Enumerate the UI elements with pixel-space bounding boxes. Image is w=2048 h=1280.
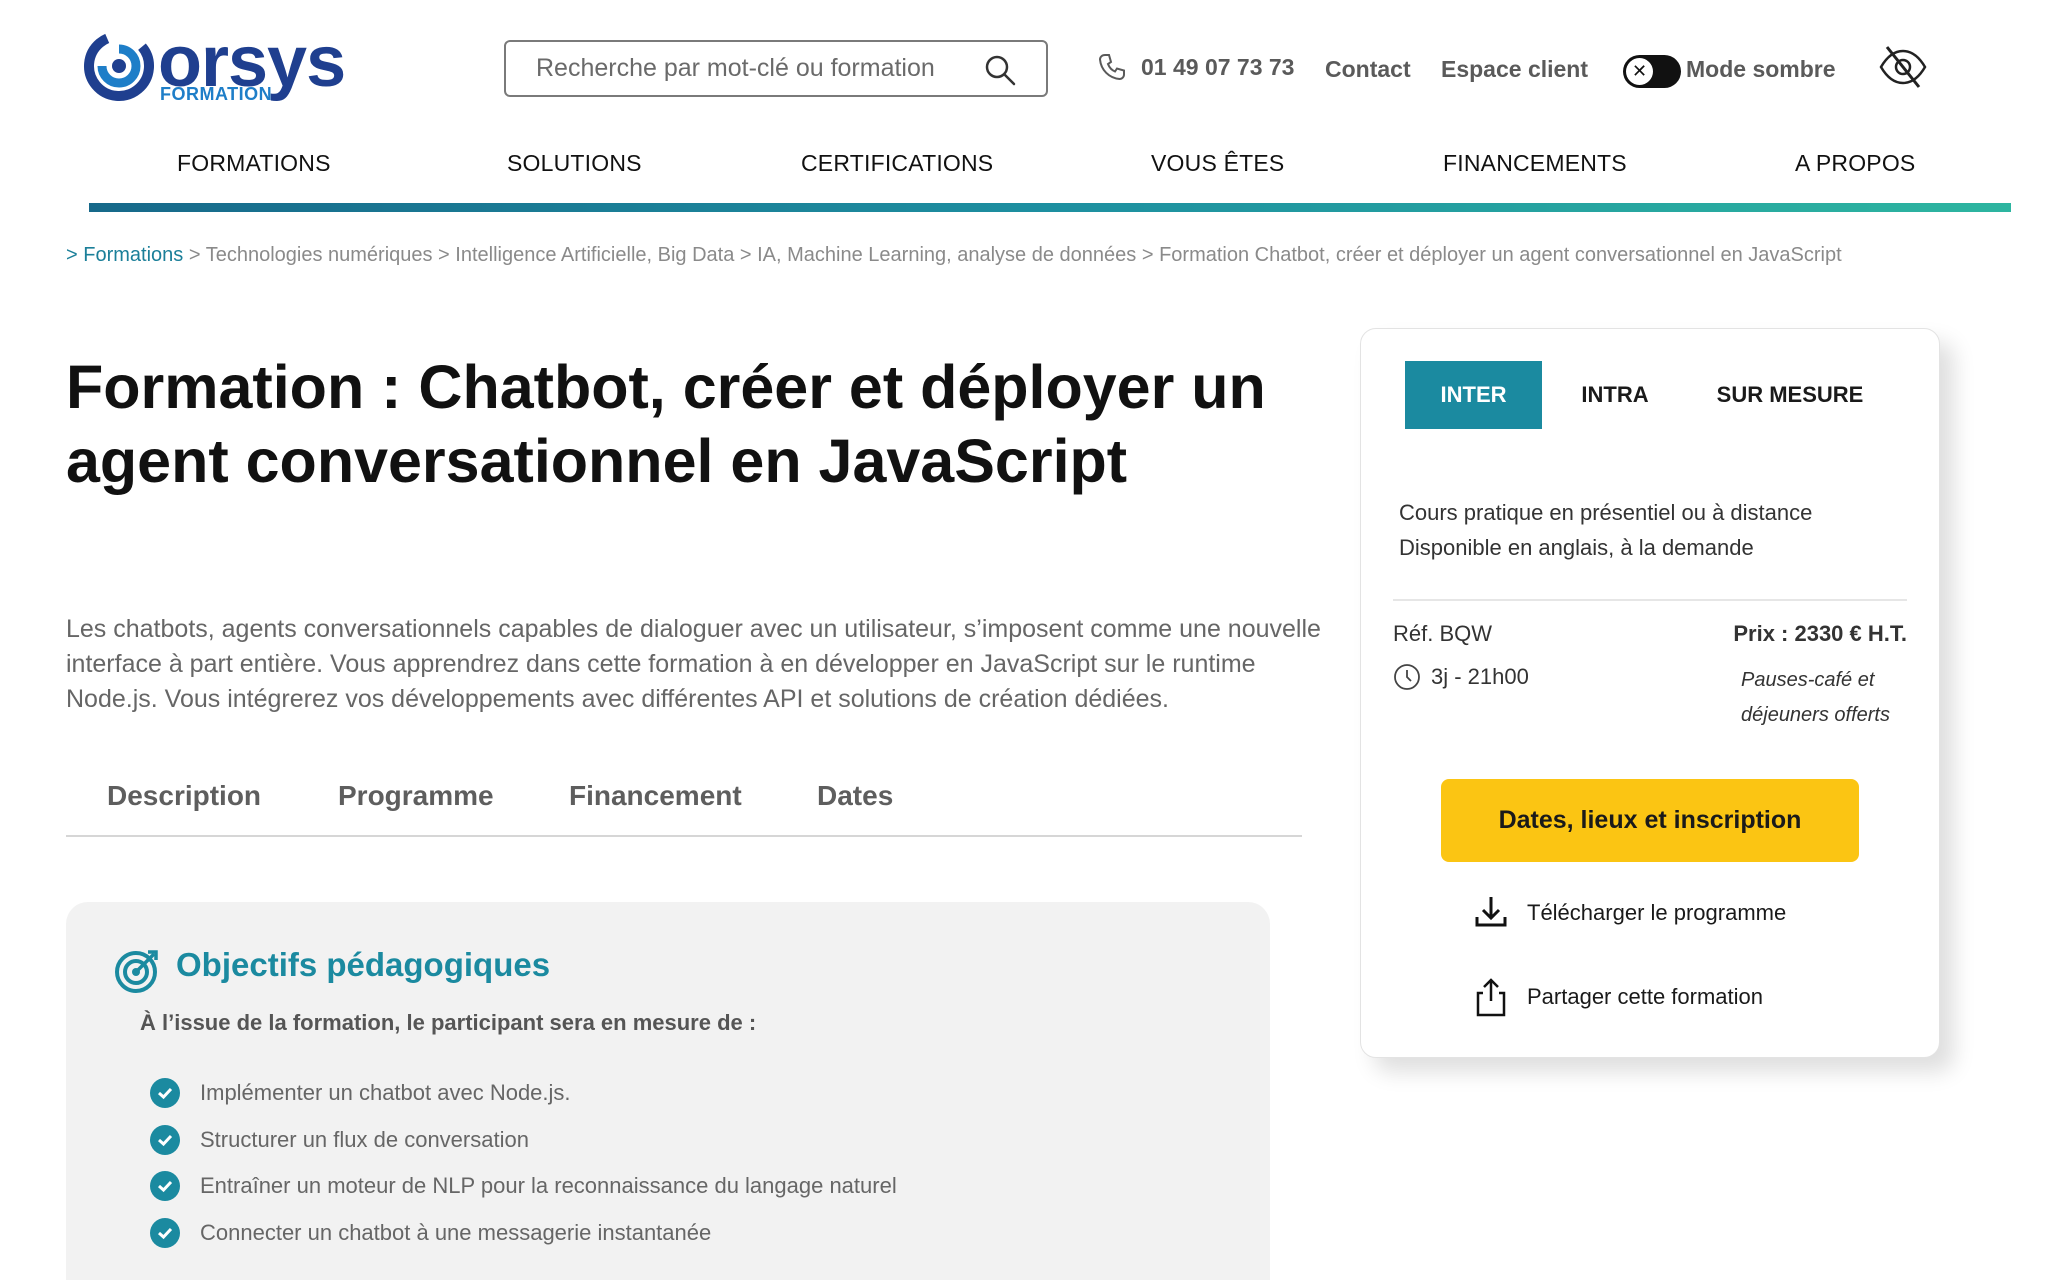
- price-note: Pauses-café et déjeuners offerts: [1741, 669, 1890, 726]
- course-format-info: Cours pratique en présentiel ou à distan…: [1399, 495, 1812, 565]
- share-icon: [1476, 978, 1506, 1017]
- nav-certifications[interactable]: CERTIFICATIONS: [801, 150, 993, 177]
- orsys-logo-mark-icon: [84, 31, 154, 101]
- close-icon: ✕: [1626, 58, 1653, 85]
- nav-solutions[interactable]: SOLUTIONS: [507, 150, 642, 177]
- list-item: Implémenter un chatbot avec Node.js.: [150, 1070, 897, 1117]
- objectives-title: Objectifs pédagogiques: [176, 946, 551, 983]
- clock-icon: [1394, 664, 1420, 690]
- check-icon: [150, 1171, 180, 1202]
- search-input[interactable]: [536, 54, 976, 83]
- dark-mode-label[interactable]: Mode sombre: [1686, 56, 1836, 83]
- objective-text: Implémenter un chatbot avec Node.js.: [200, 1080, 571, 1106]
- list-item: Structurer un flux de conversation: [150, 1117, 897, 1164]
- download-label: Télécharger le programme: [1527, 900, 1787, 925]
- objective-text: Structurer un flux de conversation: [200, 1126, 529, 1152]
- share-course-link[interactable]: Partager cette formation: [1471, 977, 1763, 1017]
- main-nav: FORMATIONS SOLUTIONS CERTIFICATIONS VOUS…: [90, 150, 2010, 190]
- client-space-link[interactable]: Espace client: [1441, 56, 1588, 83]
- search-box: [504, 40, 1048, 97]
- breadcrumb-formations-link[interactable]: > Formations: [66, 244, 183, 266]
- duration-text: 3j - 21h00: [1431, 664, 1529, 689]
- page-title: Formation : Chatbot, créer et déployer u…: [66, 353, 1266, 495]
- check-icon: [150, 1124, 180, 1155]
- course-reference: Réf. BQW: [1393, 621, 1493, 646]
- phone-icon: [1098, 54, 1125, 81]
- card-divider: [1393, 599, 1907, 601]
- tab-description[interactable]: Description: [107, 780, 261, 812]
- objectives-subtitle: À l’issue de la formation, le participan…: [140, 1010, 757, 1035]
- search-icon[interactable]: [984, 54, 1016, 86]
- check-icon: [150, 1078, 180, 1109]
- content-tabs: Description Programme Financement Dates: [66, 770, 1302, 837]
- tab-dates[interactable]: Dates: [817, 780, 893, 812]
- phone-link[interactable]: 01 49 07 73 73: [1097, 52, 1294, 82]
- download-program-link[interactable]: Télécharger le programme: [1471, 893, 1786, 933]
- phone-number: 01 49 07 73 73: [1141, 53, 1295, 80]
- course-price: Prix : 2330 € H.T.: [1733, 621, 1907, 646]
- course-duration: 3j - 21h00: [1393, 663, 1529, 691]
- objective-text: Connecter un chatbot à une messagerie in…: [200, 1219, 712, 1245]
- course-info-card: INTER INTRA SUR MESURE Cours pratique en…: [1360, 328, 1940, 1058]
- nav-a-propos[interactable]: A PROPOS: [1795, 150, 1915, 177]
- dark-mode-toggle[interactable]: ✕: [1623, 55, 1681, 88]
- share-label: Partager cette formation: [1527, 984, 1764, 1009]
- nav-accent-bar: [89, 203, 2011, 212]
- format-tabs: INTER INTRA SUR MESURE: [1405, 361, 1892, 429]
- tab-intra[interactable]: INTRA: [1542, 361, 1688, 429]
- register-button[interactable]: Dates, lieux et inscription: [1441, 779, 1859, 862]
- tab-sur-mesure[interactable]: SUR MESURE: [1688, 361, 1892, 429]
- intro-text: Les chatbots, agents conversationnels ca…: [66, 615, 1321, 713]
- objectives-panel: Objectifs pédagogiques À l’issue de la f…: [66, 902, 1270, 1280]
- format-line: Cours pratique en présentiel ou à distan…: [1399, 500, 1813, 525]
- breadcrumb-trail[interactable]: > Technologies numériques > Intelligence…: [183, 244, 1842, 266]
- contact-link[interactable]: Contact: [1325, 56, 1411, 83]
- objective-text: Entraîner un moteur de NLP pour la recon…: [200, 1173, 897, 1199]
- orsys-logo[interactable]: orsys FORMATION: [82, 26, 352, 106]
- list-item: Connecter un chatbot à une messagerie in…: [150, 1210, 897, 1257]
- tab-financement[interactable]: Financement: [569, 780, 742, 812]
- breadcrumb: > Formations > Technologies numériques >…: [66, 244, 1842, 267]
- nav-vous-etes[interactable]: VOUS ÊTES: [1151, 150, 1284, 177]
- nav-formations[interactable]: FORMATIONS: [177, 150, 331, 177]
- tab-programme[interactable]: Programme: [338, 780, 494, 812]
- tab-inter[interactable]: INTER: [1405, 361, 1542, 429]
- nav-financements[interactable]: FINANCEMENTS: [1443, 150, 1627, 177]
- objectives-list: Implémenter un chatbot avec Node.js. Str…: [150, 1070, 897, 1256]
- language-line: Disponible en anglais, à la demande: [1399, 535, 1754, 560]
- logo-sub-text: FORMATION: [160, 84, 273, 104]
- download-icon: [1475, 897, 1507, 927]
- target-icon: [115, 950, 158, 993]
- check-icon: [150, 1217, 180, 1248]
- list-item: Entraîner un moteur de NLP pour la recon…: [150, 1163, 897, 1210]
- eye-off-icon[interactable]: [1878, 42, 1928, 92]
